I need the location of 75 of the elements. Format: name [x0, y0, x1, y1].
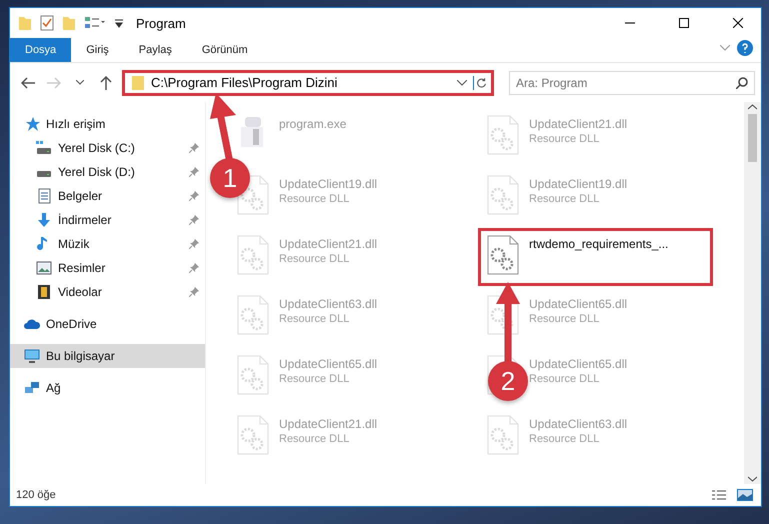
gear-file-icon — [487, 415, 519, 455]
sidebar-item[interactable]: Yerel Disk (C:) — [10, 136, 205, 160]
file-type: Resource DLL — [279, 433, 350, 445]
picture-icon — [36, 260, 52, 276]
sidebar-item[interactable]: OneDrive — [10, 312, 205, 336]
file-type: Resource DLL — [529, 433, 600, 445]
pin-icon — [189, 239, 199, 249]
gear-file-icon — [487, 175, 519, 215]
gear-file-icon — [237, 235, 269, 275]
gear-file-icon — [237, 295, 269, 335]
pin-icon — [189, 191, 199, 201]
drive-icon — [36, 140, 52, 156]
film-icon — [36, 284, 52, 300]
sidebar-item[interactable]: Ağ — [10, 376, 205, 400]
search-field[interactable]: Ara: Program — [509, 70, 755, 94]
folder-icon — [131, 74, 145, 90]
new-folder-icon — [62, 15, 76, 31]
sidebar-item[interactable]: Müzik — [10, 232, 205, 256]
file-type: Resource DLL — [529, 313, 600, 325]
step-number: 1 — [210, 158, 250, 198]
ribbon-tab[interactable]: Giriş — [71, 38, 124, 62]
close-icon — [733, 18, 743, 28]
sidebar-item[interactable]: Hızlı erişim — [10, 112, 205, 136]
help-button[interactable] — [735, 38, 755, 58]
scrollbar[interactable] — [744, 102, 761, 484]
pin-icon — [189, 263, 199, 273]
download-icon — [36, 212, 52, 228]
network-icon — [24, 380, 40, 396]
monitor-icon — [24, 348, 40, 364]
pin-icon — [189, 287, 199, 297]
sidebar-item[interactable]: Bu bilgisayar — [10, 344, 205, 368]
dropdown-icon — [114, 18, 124, 28]
properties-icon — [40, 15, 54, 31]
item-count: 120 öğe — [16, 489, 56, 501]
ribbon-tab[interactable]: Görünüm — [186, 38, 263, 62]
sidebar-item[interactable]: İndirmeler — [10, 208, 205, 232]
file-type: Resource DLL — [279, 193, 350, 205]
sidebar-item[interactable]: Belgeler — [10, 184, 205, 208]
chevron-up-icon — [748, 104, 757, 110]
file-type: Resource DLL — [529, 193, 600, 205]
drive-icon — [36, 170, 52, 178]
ribbon-tab[interactable]: Paylaş — [124, 38, 187, 62]
scrollbar-thumb[interactable] — [748, 114, 757, 162]
chevron-down-icon — [457, 80, 467, 86]
chevron-down-icon — [748, 476, 757, 482]
address-field[interactable]: C:\Program Files\Program Dizini — [122, 70, 494, 96]
document-icon — [36, 188, 52, 204]
ribbon-tab[interactable]: Dosya — [10, 38, 72, 62]
view-list-icon — [84, 16, 106, 30]
file-type: Resource DLL — [529, 133, 600, 145]
folder-icon — [18, 15, 32, 31]
maximize-icon — [679, 18, 689, 28]
file-type: Resource DLL — [279, 313, 350, 325]
search-icon — [736, 76, 748, 88]
refresh-icon — [473, 76, 487, 90]
gear-file-icon — [237, 355, 269, 395]
gear-file-icon — [487, 115, 519, 155]
file-type: Resource DLL — [279, 253, 350, 265]
file-name[interactable]: rtwdemo_requirements_... — [529, 237, 668, 251]
window-title: Program — [136, 16, 187, 30]
sidebar-item[interactable]: Yerel Disk (D:) — [10, 160, 205, 184]
sidebar-item[interactable]: Resimler — [10, 256, 205, 280]
step-number: 2 — [488, 361, 528, 401]
pin-icon — [189, 143, 199, 153]
sidebar-item[interactable]: Videolar — [10, 280, 205, 304]
chevron-down-icon — [76, 80, 84, 85]
file-type: Resource DLL — [529, 373, 600, 385]
gear-file-icon — [487, 235, 519, 275]
star-icon — [24, 116, 40, 132]
pin-icon — [189, 215, 199, 225]
file-type: Resource DLL — [279, 373, 350, 385]
pin-icon — [189, 167, 199, 177]
list-icon — [712, 489, 726, 501]
gear-file-icon — [237, 415, 269, 455]
chevron-down-icon — [720, 45, 730, 51]
